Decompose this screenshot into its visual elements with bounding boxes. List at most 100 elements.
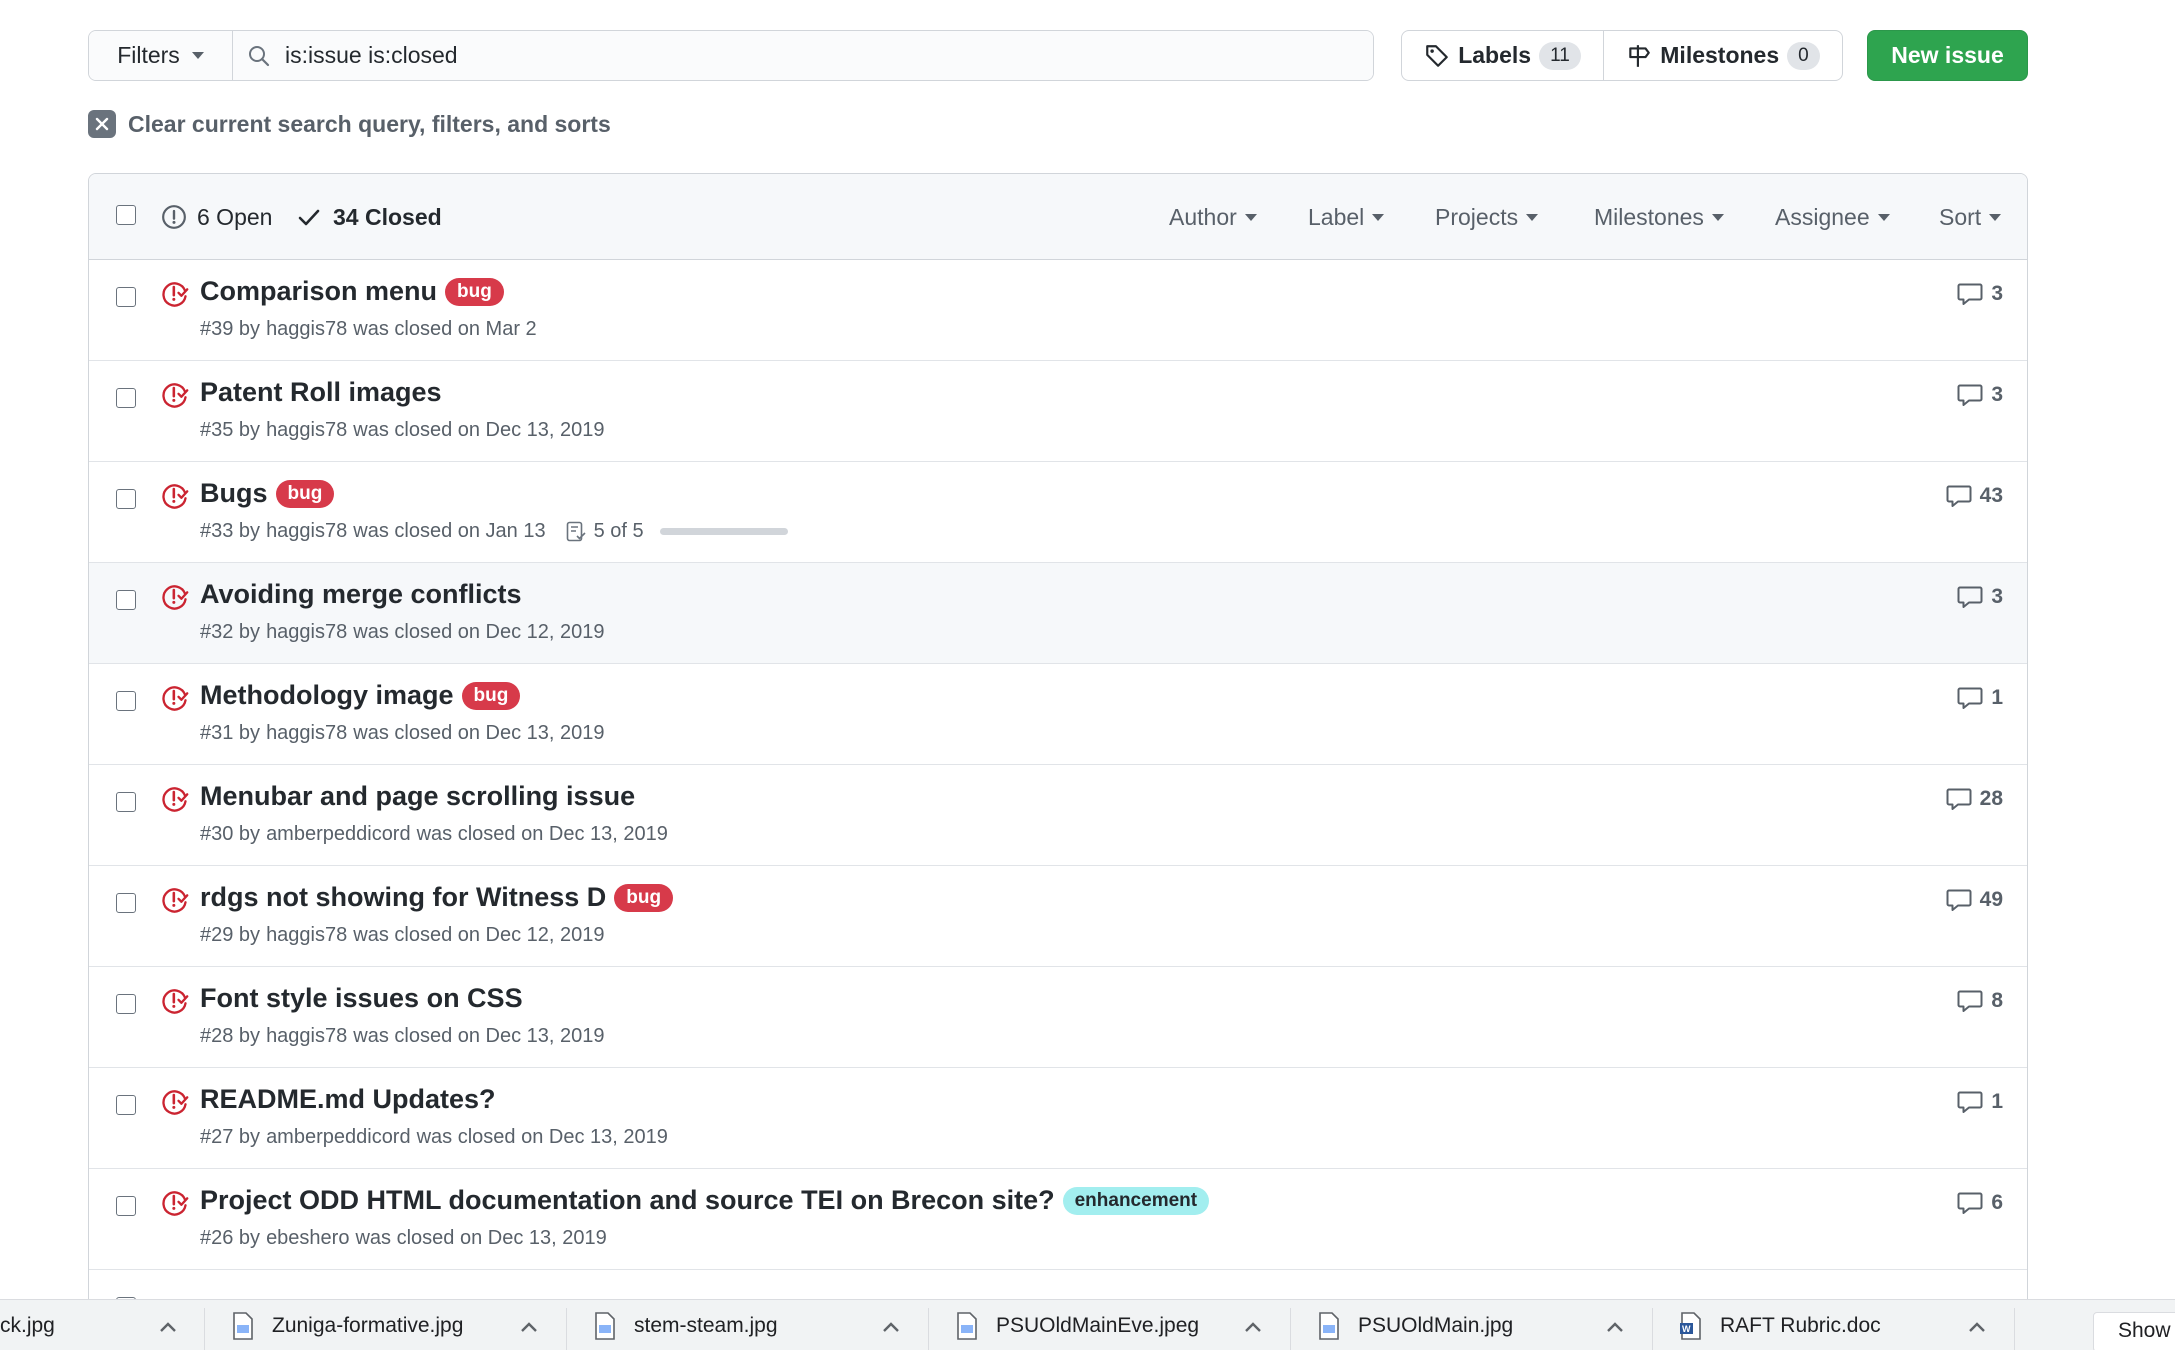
show-all-downloads-button[interactable]: Show all	[2093, 1312, 2175, 1350]
issue-checkbox[interactable]	[116, 489, 136, 509]
issue-author-link[interactable]: haggis78	[266, 924, 347, 947]
issue-row[interactable]: Menubar and page scrolling issue #30 by am…	[89, 765, 2027, 866]
projects-filter-menu[interactable]: Projects	[1435, 174, 1539, 260]
issue-comments-link[interactable]: 1	[1957, 686, 2003, 710]
issue-checkbox[interactable]	[116, 691, 136, 711]
closed-issues-tab[interactable]: 34 Closed	[297, 174, 442, 260]
issue-label-bug[interactable]: bug	[461, 681, 521, 710]
issue-row[interactable]: Bugs bug #33 by haggis78 was closed on Jan 1…	[89, 462, 2027, 563]
issue-row[interactable]: Comparison menu bug #39 by haggis78 was clos…	[89, 260, 2027, 361]
issue-closed-date: was closed on Dec 13, 2019	[353, 722, 605, 744]
download-item[interactable]: PSUOldMainEve.jpeg	[956, 1300, 1199, 1350]
issue-closed-date: was closed on Dec 12, 2019	[353, 621, 605, 643]
file-icon	[1319, 1311, 1339, 1340]
chevron-up-icon[interactable]	[1605, 1320, 1625, 1334]
issue-checkbox[interactable]	[116, 388, 136, 408]
search-input[interactable]	[285, 31, 1373, 80]
issue-comments-link[interactable]: 8	[1957, 989, 2003, 1013]
issue-checkbox[interactable]	[116, 994, 136, 1014]
caret-down-icon	[1372, 213, 1385, 221]
issue-meta: #32 by haggis78 was closed on Dec 12, 2019	[200, 621, 605, 644]
labels-button[interactable]: Labels 11	[1402, 31, 1604, 80]
new-issue-button[interactable]: New issue	[1867, 30, 2028, 81]
issue-row[interactable]: Avoiding merge conflicts #32 by haggis78 wa…	[89, 563, 2027, 664]
issue-title-link[interactable]: rdgs not showing for Witness D	[200, 882, 606, 913]
issue-comments-link[interactable]: 3	[1957, 383, 2003, 407]
issue-row[interactable]: Font style issues on CSS #28 by haggis78 wa…	[89, 967, 2027, 1068]
issue-author-link[interactable]: haggis78	[266, 722, 347, 745]
issue-title-link[interactable]: Comparison menu	[200, 276, 437, 307]
issue-author-link[interactable]: haggis78	[266, 318, 347, 341]
issue-row[interactable]: Methodology image bug #31 by haggis78 was cl…	[89, 664, 2027, 765]
open-issues-tab[interactable]: 6 Open	[161, 174, 272, 260]
download-item[interactable]: PSUOldMain.jpg	[1318, 1300, 1513, 1350]
issue-title-link[interactable]: Methodology image	[200, 680, 454, 711]
assignee-filter-menu[interactable]: Assignee	[1775, 174, 1890, 260]
milestones-button[interactable]: Milestones 0	[1604, 31, 1842, 80]
issue-title-link[interactable]: Avoiding merge conflicts	[200, 579, 522, 610]
label-filter-menu[interactable]: Label	[1308, 174, 1385, 260]
issue-comments-link[interactable]: 3	[1957, 585, 2003, 609]
issue-row[interactable]: Project ODD HTML documentation and sourc…	[89, 1169, 2027, 1270]
issue-author-link[interactable]: haggis78	[266, 1025, 347, 1048]
author-filter-menu[interactable]: Author	[1169, 174, 1257, 260]
filters-button[interactable]: Filters	[89, 31, 233, 80]
issue-author-link[interactable]: haggis78	[266, 520, 347, 543]
task-count: 5 of 5	[593, 520, 644, 542]
issue-checkbox[interactable]	[116, 287, 136, 307]
issue-title-link[interactable]: Font style issues on CSS	[200, 983, 523, 1014]
issue-label-bug[interactable]: bug	[275, 479, 335, 508]
comment-count: 49	[1979, 888, 2003, 911]
issue-checkbox[interactable]	[116, 1095, 136, 1115]
issue-author-link[interactable]: amberpeddicord	[266, 1126, 411, 1149]
milestones-filter-menu[interactable]: Milestones	[1594, 174, 1724, 260]
chevron-up-icon[interactable]	[881, 1320, 901, 1334]
issue-comments-link[interactable]: 1	[1957, 1090, 2003, 1114]
label-filter-label: Label	[1308, 203, 1365, 230]
download-item[interactable]: stem-steam.jpg	[594, 1300, 778, 1350]
issue-comments-link[interactable]: 6	[1957, 1191, 2003, 1215]
issue-checkbox[interactable]	[116, 893, 136, 913]
comment-icon	[1957, 1192, 1983, 1214]
sort-label: Sort	[1939, 203, 1982, 230]
issue-title-link[interactable]: Patent Roll images	[200, 377, 442, 408]
chevron-up-icon[interactable]	[519, 1320, 539, 1334]
issue-comments-link[interactable]: 43	[1946, 484, 2003, 508]
issue-label-bug[interactable]: bug	[445, 277, 504, 306]
clear-filters-link[interactable]: Clear current search query, filters, and…	[88, 109, 611, 139]
chevron-up-icon[interactable]	[1967, 1320, 1987, 1334]
issue-title-link[interactable]: README.md Updates?	[200, 1084, 496, 1115]
issue-title-link[interactable]: Menubar and page scrolling issue	[200, 781, 635, 812]
download-item[interactable]: Zuniga-formative.jpg	[232, 1300, 463, 1350]
issue-row[interactable]: README.md Updates? #27 by amberpeddicord wa…	[89, 1068, 2027, 1169]
issue-author-link[interactable]: amberpeddicord	[266, 823, 411, 846]
issue-label-bug[interactable]: bug	[614, 883, 674, 912]
issue-closed-icon	[161, 684, 189, 712]
issue-comments-link[interactable]: 49	[1946, 888, 2003, 912]
issue-comments-link[interactable]: 28	[1946, 787, 2003, 811]
select-all-checkbox[interactable]	[116, 205, 136, 225]
issue-closed-icon	[161, 987, 189, 1015]
issue-author-link[interactable]: haggis78	[266, 621, 347, 644]
chevron-up-icon[interactable]	[1243, 1320, 1263, 1334]
issue-author-link[interactable]: haggis78	[266, 419, 347, 442]
issue-author-link[interactable]: ebeshero	[266, 1227, 349, 1250]
chevron-up-icon[interactable]	[158, 1320, 178, 1334]
issue-title-line: Patent Roll images	[200, 377, 442, 408]
issue-number: #29 by	[200, 924, 261, 946]
issue-label-enhancement[interactable]: enhancement	[1062, 1186, 1210, 1215]
issue-checkbox[interactable]	[116, 590, 136, 610]
issue-row[interactable]: Patent Roll images #35 by haggis78 was clos…	[89, 361, 2027, 462]
sort-menu[interactable]: Sort	[1939, 174, 2002, 260]
labels-label: Labels	[1458, 42, 1532, 68]
download-item[interactable]: ck.jpg	[0, 1300, 55, 1350]
comment-icon	[1957, 1091, 1983, 1113]
issue-title-link[interactable]: Bugs	[200, 478, 268, 509]
search-box[interactable]	[233, 31, 1373, 80]
issue-title-link[interactable]: Project ODD HTML documentation and sourc…	[200, 1185, 1055, 1216]
download-item[interactable]: W RAFT Rubric.doc	[1680, 1300, 1881, 1350]
issue-checkbox[interactable]	[116, 792, 136, 812]
issue-comments-link[interactable]: 3	[1957, 282, 2003, 306]
issue-checkbox[interactable]	[116, 1196, 136, 1216]
issue-row[interactable]: rdgs not showing for Witness D bug #29 by h…	[89, 866, 2027, 967]
